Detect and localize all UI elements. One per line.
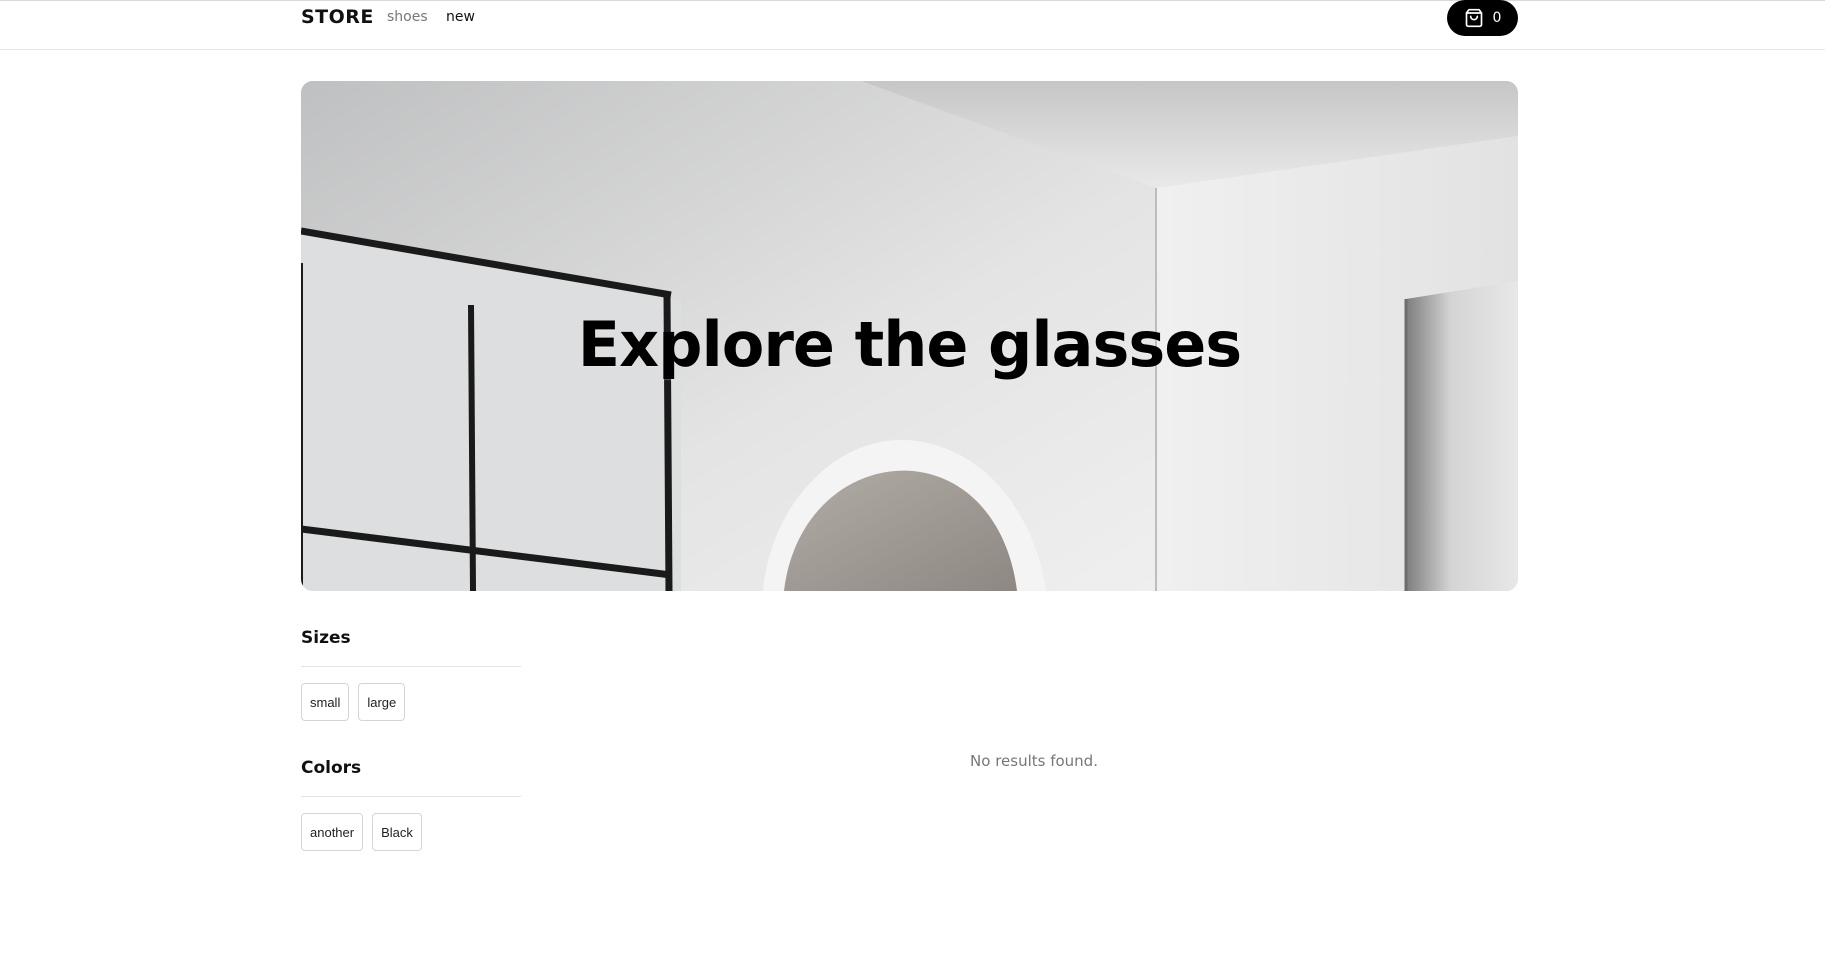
- size-option-small[interactable]: small: [301, 683, 350, 721]
- filter-sidebar: Sizes small large Colors another Black: [301, 620, 521, 880]
- color-option-black[interactable]: Black: [372, 813, 422, 851]
- site-header: STORE shoes new 0: [0, 0, 1825, 50]
- nav-link-shoes[interactable]: shoes: [387, 9, 428, 25]
- hero-image: [301, 81, 1518, 591]
- colors-options: another Black: [301, 813, 521, 851]
- size-option-large[interactable]: large: [358, 683, 406, 721]
- hero-banner: Explore the glasses: [301, 81, 1518, 591]
- no-results-message: No results found.: [970, 752, 1098, 770]
- sizes-heading: Sizes: [301, 620, 521, 667]
- color-option-another[interactable]: another: [301, 813, 364, 851]
- cart-count: 0: [1492, 10, 1502, 26]
- cart-button[interactable]: 0: [1447, 0, 1518, 36]
- shopping-bag-icon: [1464, 8, 1484, 28]
- brand-logo[interactable]: STORE: [301, 6, 374, 28]
- nav-link-new[interactable]: new: [446, 9, 475, 25]
- sizes-options: small large: [301, 683, 521, 721]
- colors-heading: Colors: [301, 750, 521, 797]
